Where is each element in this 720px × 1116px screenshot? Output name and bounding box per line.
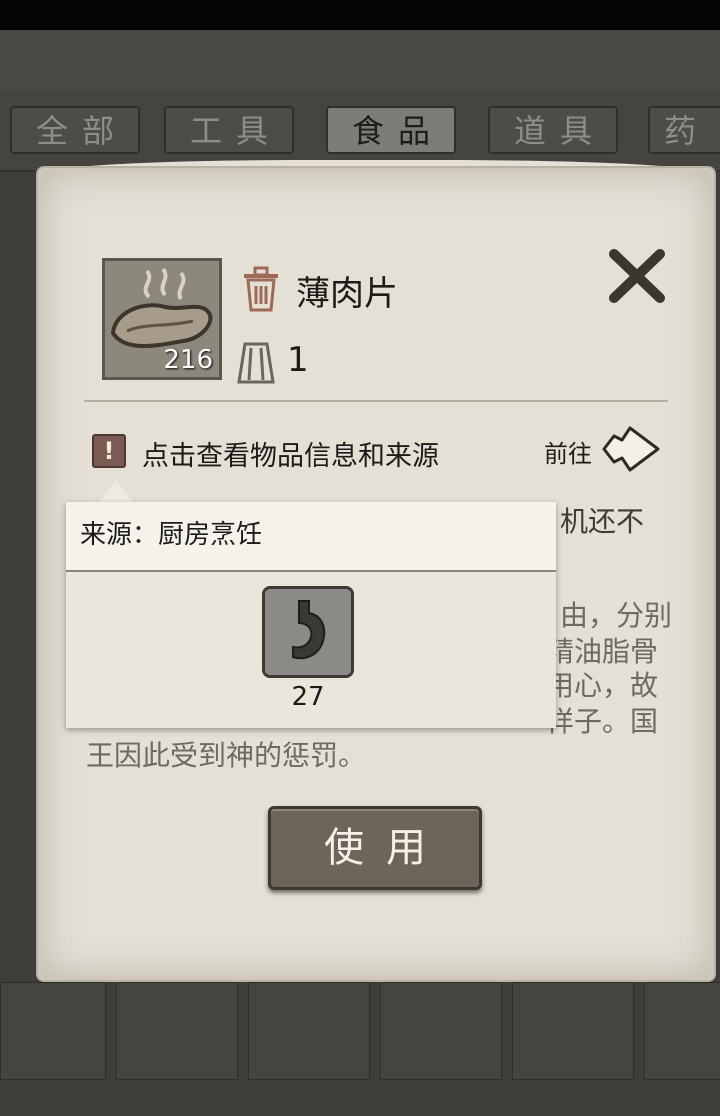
item-count: 216	[163, 345, 213, 375]
divider	[84, 400, 668, 402]
goto-label[interactable]: 前往	[544, 434, 592, 469]
weight-icon	[237, 342, 275, 384]
tab-medicine[interactable]: 药品	[648, 106, 720, 154]
tab-tools[interactable]: 工具	[164, 106, 294, 154]
source-popup: 来源：厨房烹饪 27	[66, 502, 556, 728]
goto-arrow-icon[interactable]	[600, 424, 662, 474]
item-weight: 1	[287, 340, 309, 380]
inventory-slot[interactable]	[512, 982, 634, 1080]
stomach-value: 27	[291, 682, 325, 712]
description-line: 样子。国	[546, 705, 659, 738]
tab-all[interactable]: 全部	[10, 106, 140, 154]
description-line: 用心，故	[546, 669, 659, 702]
item-name: 薄肉片	[296, 274, 398, 314]
description-line: 王因此受到神的惩罚。	[86, 739, 367, 772]
inventory-slot[interactable]	[248, 982, 370, 1080]
trash-icon[interactable]	[240, 266, 282, 312]
popup-source-text: 来源：厨房烹饪	[80, 520, 263, 550]
inventory-slot[interactable]	[644, 982, 720, 1080]
background-band	[0, 30, 720, 90]
description-line: 机还不	[560, 505, 645, 538]
inventory-slot[interactable]	[380, 982, 502, 1080]
close-icon[interactable]	[606, 246, 668, 306]
tab-items[interactable]: 道具	[488, 106, 618, 154]
item-info-link[interactable]: 点击查看物品信息和来源	[142, 434, 439, 473]
description-line: 由，分别	[560, 599, 673, 632]
popup-header: 来源：厨房烹饪	[66, 502, 556, 572]
inventory-slot[interactable]	[0, 982, 106, 1080]
stomach-stat	[262, 586, 354, 678]
use-button[interactable]: 使用	[268, 806, 482, 890]
stomach-icon	[292, 600, 326, 660]
inventory-slot[interactable]	[116, 982, 238, 1080]
item-slot: 216	[102, 258, 222, 380]
warning-icon[interactable]: !	[92, 434, 126, 468]
top-bar	[0, 0, 720, 30]
tab-food[interactable]: 食品	[326, 106, 456, 154]
